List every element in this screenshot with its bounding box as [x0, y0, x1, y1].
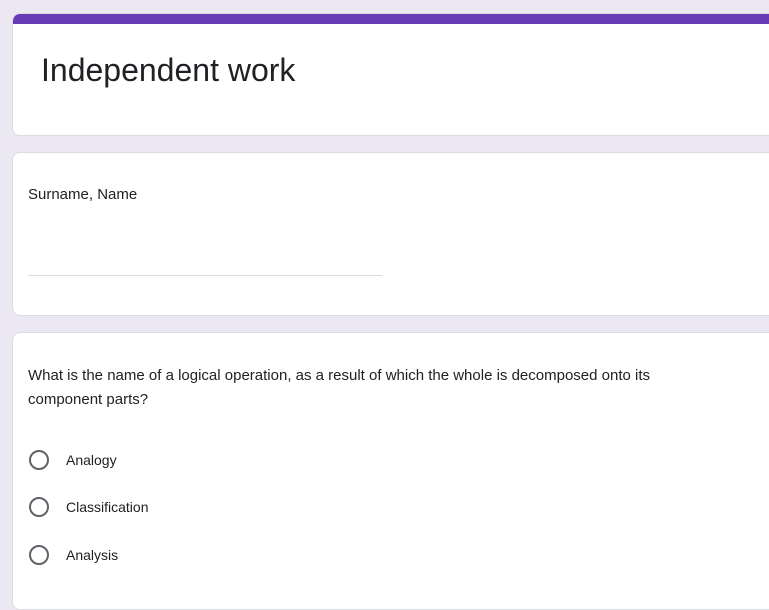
radio-button-icon[interactable]	[29, 545, 49, 565]
option-classification[interactable]: Classification	[29, 495, 148, 519]
name-answer-input[interactable]	[28, 255, 382, 276]
option-label: Analysis	[66, 547, 119, 563]
radio-button-icon[interactable]	[29, 497, 49, 517]
form-accent-bar	[13, 14, 769, 24]
radio-button-icon[interactable]	[29, 450, 49, 470]
name-question-card	[12, 152, 769, 316]
name-question-label: Surname, Name	[28, 186, 138, 203]
option-label: Classification	[66, 499, 149, 515]
option-analysis[interactable]: Analysis	[29, 543, 118, 567]
choice-question-text: What is the name of a logical operation,…	[28, 367, 651, 408]
form-title-card: Independent work	[12, 13, 769, 136]
form-title: Independent work	[41, 52, 296, 88]
option-label: Analogy	[66, 452, 117, 468]
option-analogy[interactable]: Analogy	[29, 448, 117, 472]
